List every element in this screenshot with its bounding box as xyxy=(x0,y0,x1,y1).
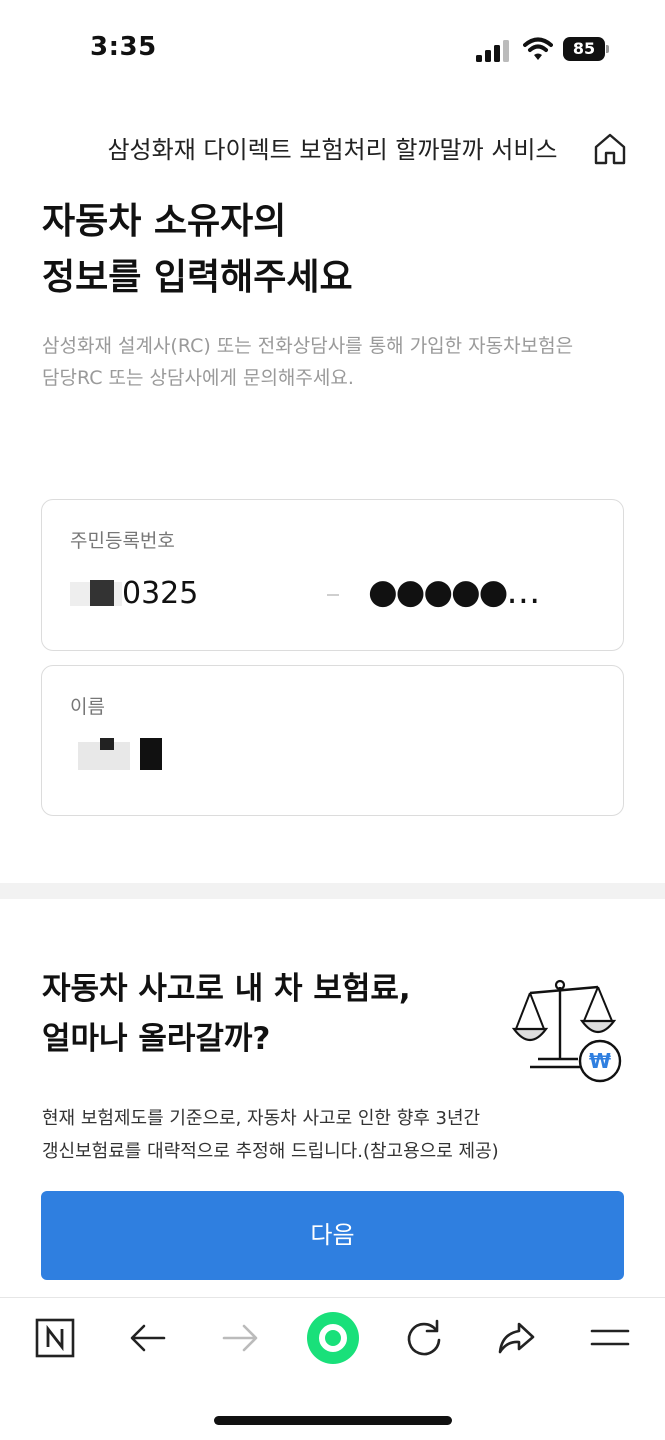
rrn-front-value[interactable]: 0325 xyxy=(122,576,198,611)
rrn-redacted-dark xyxy=(90,580,114,606)
name-redacted-mid xyxy=(100,738,114,750)
status-time: 3:35 xyxy=(90,32,157,62)
naver-n-icon[interactable] xyxy=(33,1316,77,1360)
reload-icon[interactable] xyxy=(402,1316,446,1360)
section-divider xyxy=(0,883,665,899)
battery-tip xyxy=(606,45,609,53)
name-label: 이름 xyxy=(70,696,105,718)
status-bar: 3:35 85 xyxy=(0,0,665,100)
menu-icon[interactable] xyxy=(588,1316,632,1360)
name-field[interactable]: 이름 xyxy=(41,665,624,816)
next-button[interactable]: 다음 xyxy=(41,1191,624,1280)
wifi-icon xyxy=(523,37,553,60)
browser-toolbar xyxy=(0,1297,665,1387)
forward-arrow-icon[interactable] xyxy=(218,1316,262,1360)
svg-text:₩: ₩ xyxy=(589,1049,611,1073)
scale-won-icon: ₩ xyxy=(511,979,622,1083)
rrn-field[interactable]: 주민등록번호 0325 ●●●●●… xyxy=(41,499,624,651)
green-dot-icon[interactable] xyxy=(305,1310,361,1366)
page-title: 자동차 소유자의 정보를 입력해주세요 xyxy=(42,201,353,298)
notice-text: 삼성화재 설계사(RC) 또는 전화상담사를 통해 가입한 자동차보험은 담당R… xyxy=(42,335,574,389)
home-icon[interactable] xyxy=(592,131,628,167)
section-title: 자동차 사고로 내 차 보험료, 얼마나 올라갈까? xyxy=(42,971,411,1057)
rrn-label: 주민등록번호 xyxy=(70,530,175,552)
home-indicator[interactable] xyxy=(214,1416,452,1425)
rrn-dash xyxy=(327,594,339,596)
battery-icon: 85 xyxy=(563,37,609,61)
battery-level: 85 xyxy=(563,37,605,61)
signal-icon xyxy=(476,40,509,62)
back-arrow-icon[interactable] xyxy=(126,1316,170,1360)
header-title: 삼성화재 다이렉트 보험처리 할까말까 서비스 xyxy=(107,136,558,164)
name-value-redacted[interactable] xyxy=(70,738,170,772)
name-redacted-dark xyxy=(140,738,162,770)
share-icon[interactable] xyxy=(495,1316,539,1360)
rrn-back-value[interactable]: ●●●●●… xyxy=(368,572,540,612)
section-description: 현재 보험제도를 기준으로, 자동차 사고로 인한 향후 3년간 갱신보험료를 … xyxy=(42,1108,499,1162)
